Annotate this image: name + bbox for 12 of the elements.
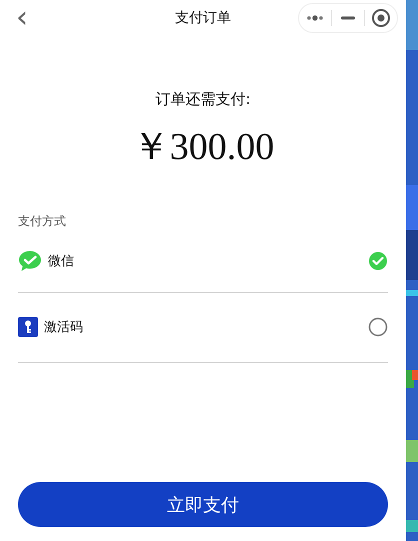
pay-button[interactable]: 立即支付 bbox=[18, 482, 388, 527]
chat-bubble-icon bbox=[18, 250, 42, 272]
amount-label: 订单还需支付: bbox=[155, 90, 251, 109]
method-name: 微信 bbox=[48, 253, 74, 270]
key-icon bbox=[18, 317, 38, 337]
check-circle-icon[interactable] bbox=[368, 251, 388, 271]
method-name: 激活码 bbox=[44, 319, 83, 336]
amount-value: ￥300.00 bbox=[132, 125, 274, 170]
section-heading: 支付方式 bbox=[18, 213, 66, 230]
page-title: 支付订单 bbox=[175, 10, 231, 26]
radio-button[interactable] bbox=[368, 317, 388, 337]
back-button[interactable]: ‹ bbox=[10, 3, 34, 33]
